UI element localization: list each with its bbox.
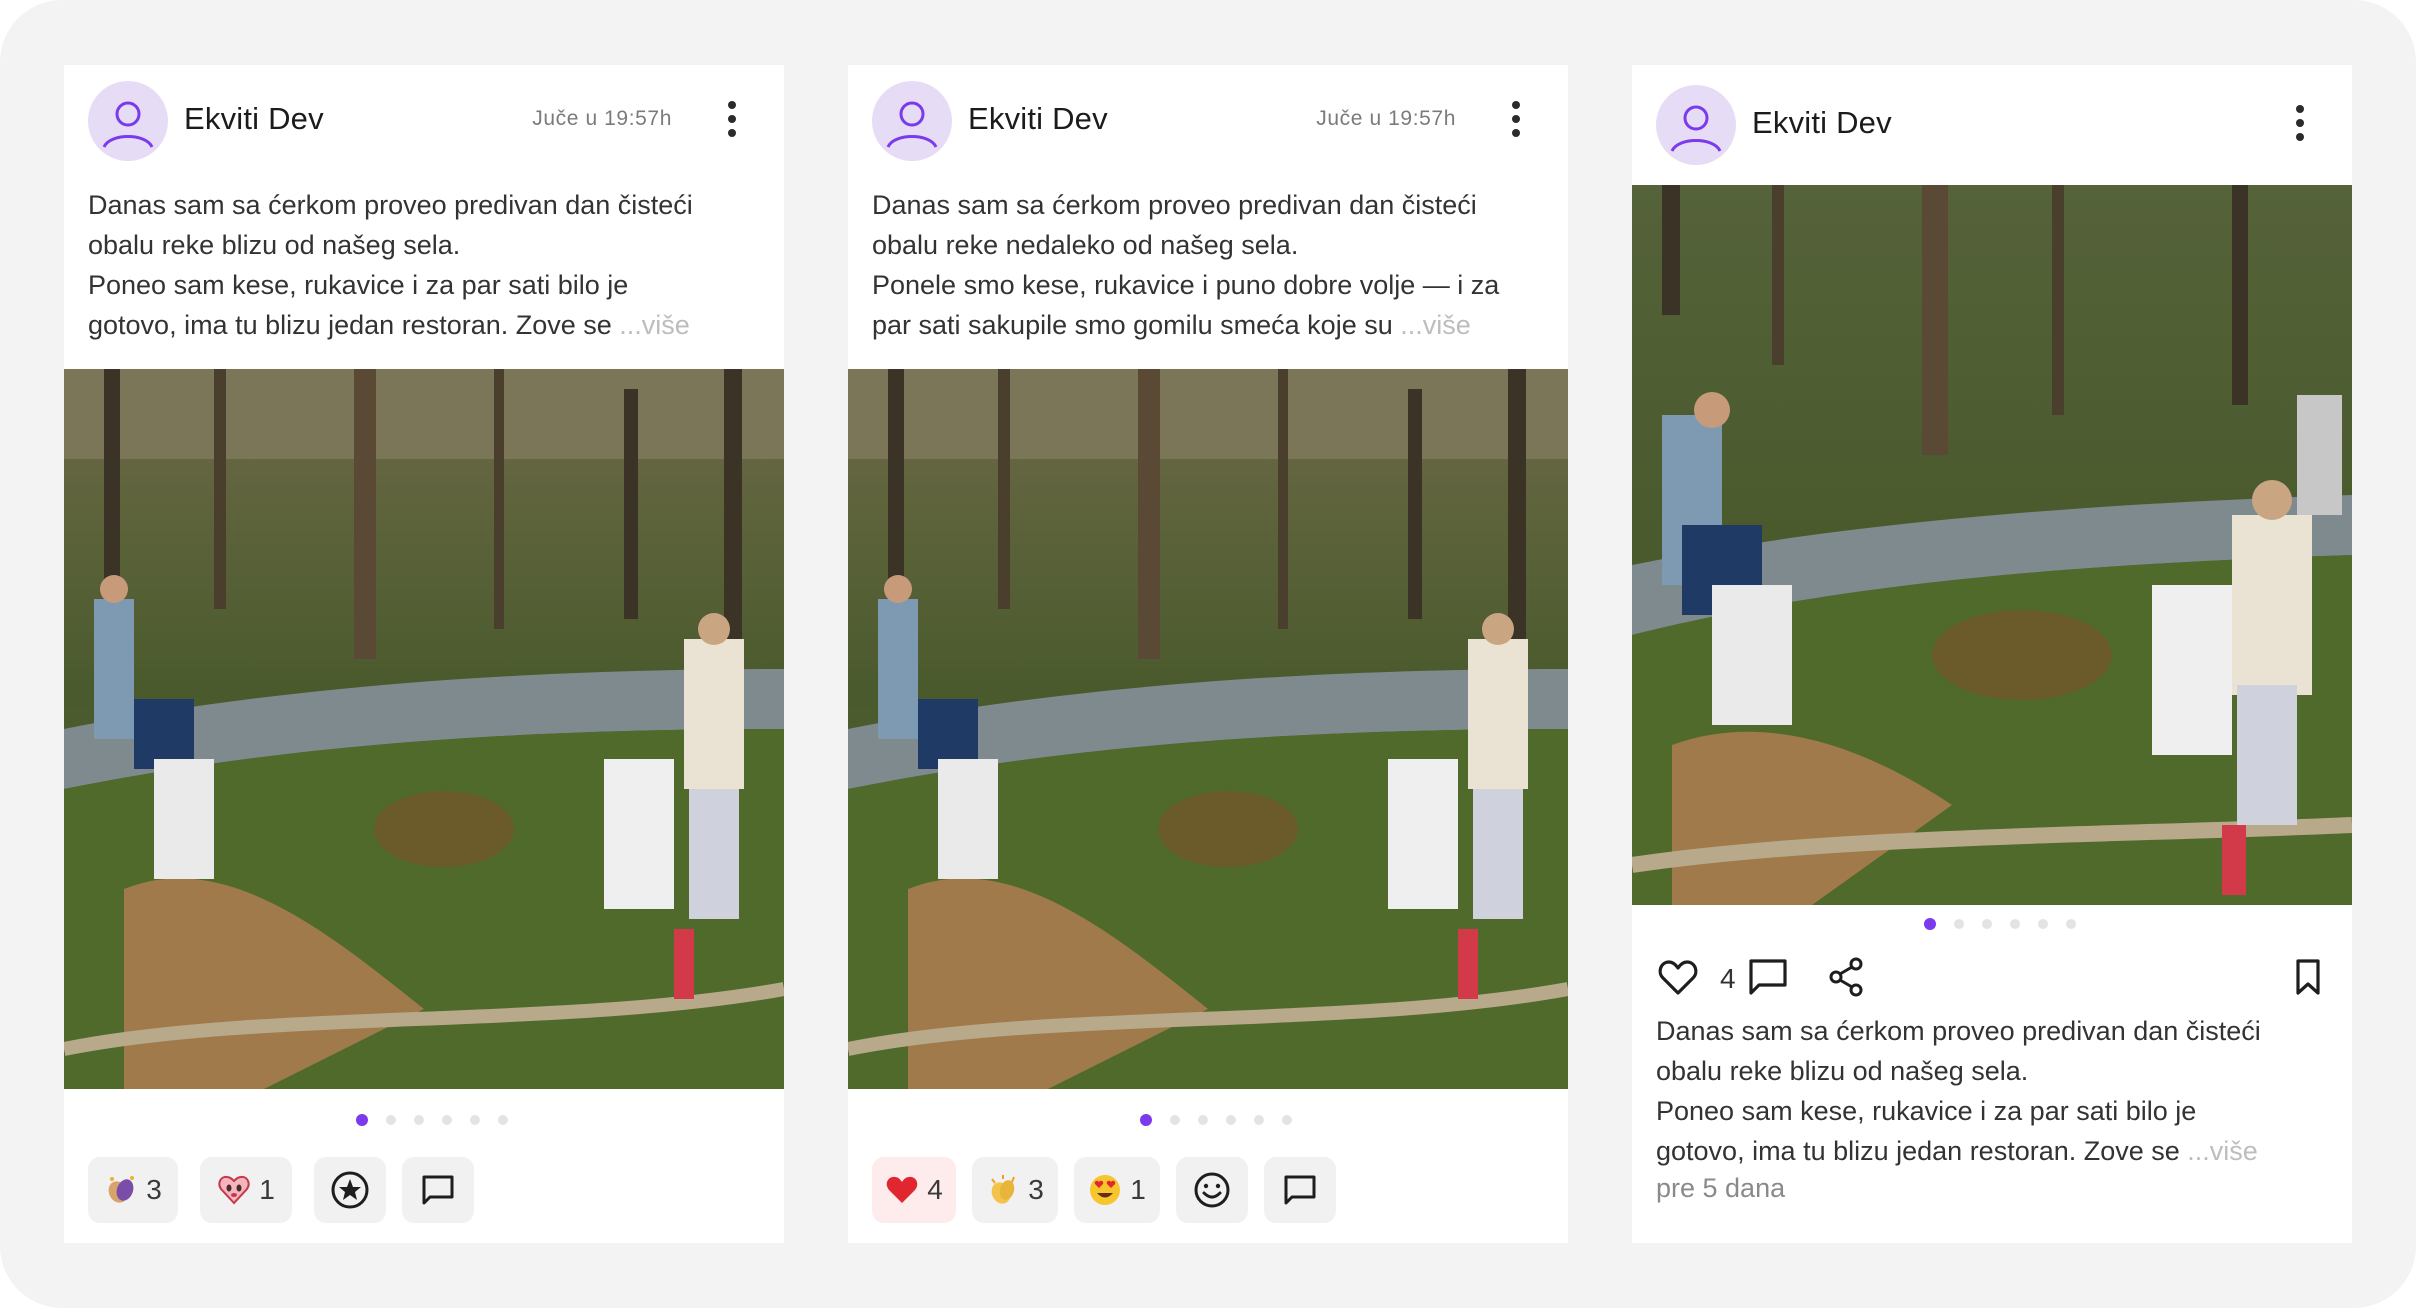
comment-icon — [1284, 1175, 1316, 1205]
smiley-icon — [1194, 1172, 1230, 1208]
reaction-chip[interactable]: 3 — [88, 1157, 178, 1223]
more-options-icon[interactable] — [726, 101, 738, 141]
carousel-dot[interactable] — [1140, 1114, 1152, 1126]
reaction-chip[interactable]: 1 — [1074, 1157, 1160, 1223]
comment-button[interactable] — [402, 1157, 474, 1223]
carousel-dot[interactable] — [1226, 1115, 1236, 1125]
like-icon[interactable] — [1656, 955, 1700, 999]
text-line: Ponele smo kese, rukavice i puno dobre v… — [872, 270, 1500, 300]
text-line: Danas sam sa ćerkom proveo predivan dan … — [1656, 1016, 2261, 1046]
text-line: Poneo sam kese, rukavice i za par sati b… — [88, 270, 629, 300]
text-line: obalu reke nedaleko od našeg sela. — [872, 230, 1299, 260]
reaction-count: 3 — [146, 1174, 162, 1205]
text-line: obalu reke blizu od našeg sela. — [88, 230, 461, 260]
post-text: Danas sam sa ćerkom proveo predivan dan … — [88, 185, 760, 345]
bookmark-icon[interactable] — [2288, 955, 2328, 999]
text-line: Danas sam sa ćerkom proveo predivan dan … — [872, 190, 1477, 220]
author-name[interactable]: Ekviti Dev — [1752, 105, 1892, 141]
clap-hands-icon — [108, 1176, 135, 1203]
carousel-dot[interactable] — [1954, 919, 1964, 929]
user-icon — [886, 101, 938, 148]
like-count: 4 — [1720, 963, 1736, 994]
user-icon — [1670, 105, 1722, 152]
carousel-dot[interactable] — [470, 1115, 480, 1125]
carousel-dot[interactable] — [2038, 919, 2048, 929]
carousel-dot[interactable] — [414, 1115, 424, 1125]
carousel-dot[interactable] — [1198, 1115, 1208, 1125]
carousel-dot[interactable] — [1282, 1115, 1292, 1125]
reaction-count: 1 — [259, 1174, 275, 1205]
carousel-dot[interactable] — [1170, 1115, 1180, 1125]
carousel-dot[interactable] — [2010, 919, 2020, 929]
carousel-dot[interactable] — [356, 1114, 368, 1126]
carousel-dot[interactable] — [1982, 919, 1992, 929]
avatar[interactable] — [88, 81, 168, 161]
clap-icon — [991, 1175, 1016, 1204]
avatar[interactable] — [1656, 85, 1736, 165]
text-line: Danas sam sa ćerkom proveo predivan dan … — [88, 190, 693, 220]
reaction-count: 1 — [1130, 1174, 1146, 1205]
text-line: gotovo, ima tu blizu jedan restoran. Zov… — [1656, 1136, 2188, 1166]
user-icon — [102, 101, 154, 148]
carousel-dots — [1140, 1114, 1310, 1127]
post-actions: 4 — [1656, 949, 2328, 1005]
read-more-link[interactable]: ...više — [1400, 310, 1471, 340]
share-icon[interactable] — [1824, 955, 1868, 999]
post-photo[interactable] — [64, 369, 784, 1089]
more-options-icon[interactable] — [1510, 101, 1522, 141]
post-header: Ekviti Dev — [1632, 69, 2352, 189]
comment-button[interactable] — [1264, 1157, 1336, 1223]
post-card-2: Ekviti Dev Juče u 19:57h Danas sam sa će… — [848, 65, 1568, 1243]
reaction-chip[interactable]: 4 — [872, 1157, 956, 1223]
carousel-dot[interactable] — [386, 1115, 396, 1125]
add-reaction-button[interactable] — [314, 1157, 386, 1223]
star-circle-icon — [331, 1171, 369, 1209]
carousel-dot[interactable] — [1254, 1115, 1264, 1125]
author-name[interactable]: Ekviti Dev — [184, 101, 324, 137]
read-more-link[interactable]: ...više — [2187, 1136, 2258, 1166]
post-header: Ekviti Dev Juče u 19:57h — [848, 65, 1568, 185]
reaction-count: 4 — [927, 1174, 943, 1205]
post-card-3: Ekviti Dev 4 Danas sam sa ćerkom proveo … — [1632, 65, 2352, 1243]
text-line: Poneo sam kese, rukavice i za par sati b… — [1656, 1096, 2197, 1126]
reaction-chip[interactable]: 3 — [972, 1157, 1058, 1223]
post-card-1: Ekviti Dev Juče u 19:57h Danas sam sa će… — [64, 65, 784, 1243]
reaction-count: 3 — [1028, 1174, 1044, 1205]
text-line: obalu reke blizu od našeg sela. — [1656, 1056, 2029, 1086]
author-name[interactable]: Ekviti Dev — [968, 101, 1108, 137]
post-photo[interactable] — [848, 369, 1568, 1089]
posted-ago: pre 5 dana — [1656, 1173, 1786, 1203]
post-header: Ekviti Dev Juče u 19:57h — [64, 65, 784, 185]
text-line: par sati sakupile smo gomilu smeća koje … — [872, 310, 1401, 340]
carousel-dot[interactable] — [442, 1115, 452, 1125]
heart-eyes-icon — [1090, 1175, 1121, 1205]
post-text: Danas sam sa ćerkom proveo predivan dan … — [1656, 1011, 2328, 1171]
read-more-link[interactable]: ...više — [619, 310, 690, 340]
carousel-dot[interactable] — [498, 1115, 508, 1125]
carousel-dot[interactable] — [1924, 918, 1936, 930]
red-heart-icon — [886, 1176, 918, 1203]
more-options-icon[interactable] — [2294, 105, 2306, 145]
comment-icon — [422, 1175, 454, 1205]
carousel-dots — [1924, 918, 2094, 931]
post-time: Juče u 19:57h — [1316, 107, 1456, 130]
add-reaction-button[interactable] — [1176, 1157, 1248, 1223]
post-text: Danas sam sa ćerkom proveo predivan dan … — [872, 185, 1544, 345]
text-line: gotovo, ima tu blizu jedan restoran. Zov… — [88, 310, 620, 340]
reaction-chip[interactable]: 1 — [200, 1157, 292, 1223]
preview-canvas: Ekviti Dev Juče u 19:57h Danas sam sa će… — [0, 0, 2416, 1308]
comment-icon[interactable] — [1746, 955, 1790, 999]
post-time: Juče u 19:57h — [532, 107, 672, 130]
carousel-dot[interactable] — [2066, 919, 2076, 929]
carousel-dots — [356, 1114, 526, 1127]
post-photo[interactable] — [1632, 185, 2352, 905]
heart-face-icon — [218, 1175, 250, 1205]
avatar[interactable] — [872, 81, 952, 161]
